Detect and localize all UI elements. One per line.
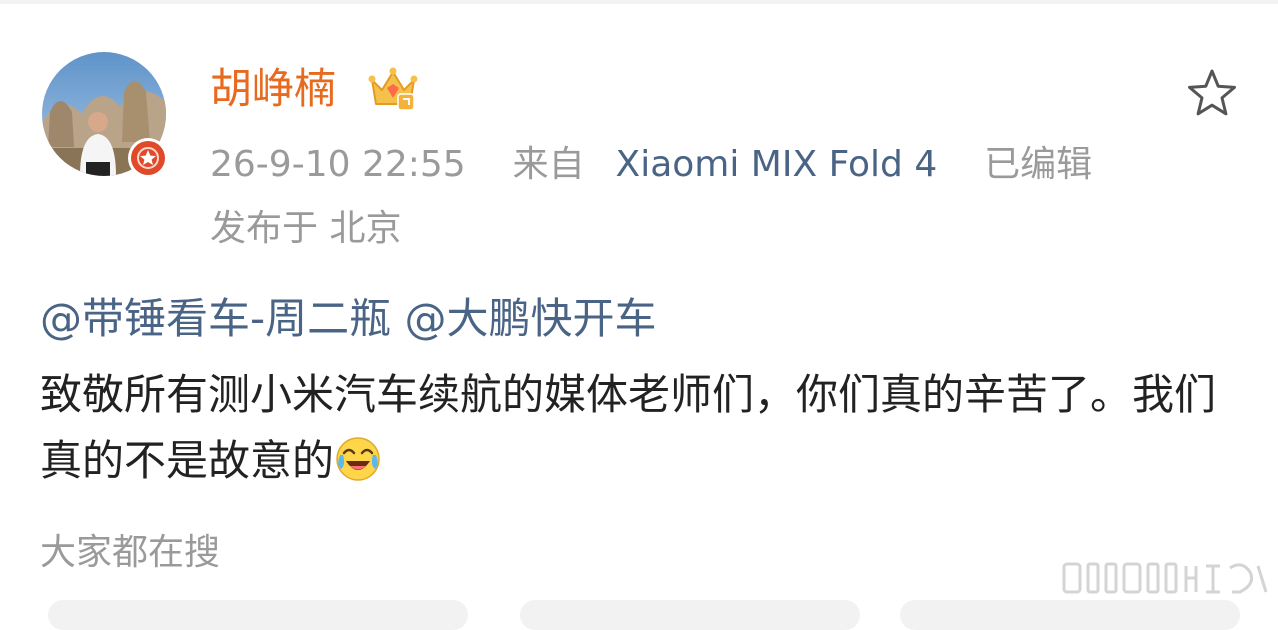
favorite-star-button[interactable]	[1184, 66, 1240, 122]
laugh-cry-emoji-icon	[334, 435, 382, 483]
mention-list: @带锤看车-周二瓶 @大鹏快开车	[40, 293, 657, 345]
post-body: 致敬所有测小米汽车续航的媒体老师们，你们真的辛苦了。我们真的不是故意的	[40, 362, 1236, 494]
verified-badge-icon	[128, 138, 168, 178]
trending-chips-row	[0, 600, 1278, 630]
post-meta: 26-9-10 22:55 来自 Xiaomi MIX Fold 4 已编辑	[210, 142, 1092, 188]
member-crown-icon[interactable]	[368, 66, 418, 112]
post-body-text: 致敬所有测小米汽车续航的媒体老师们，你们真的辛苦了。我们真的不是故意的	[40, 370, 1217, 485]
trending-chip[interactable]	[520, 600, 860, 630]
trending-chip[interactable]	[900, 600, 1240, 630]
trending-search-label[interactable]: 大家都在搜	[40, 530, 220, 576]
top-divider	[0, 0, 1278, 4]
star-icon	[1188, 69, 1236, 116]
post-location: 发布于 北京	[210, 208, 402, 249]
edited-label[interactable]: 已编辑	[984, 144, 1092, 185]
source-device-link[interactable]: Xiaomi MIX Fold 4	[616, 144, 938, 185]
trending-chip[interactable]	[48, 600, 468, 630]
author-name[interactable]: 胡峥楠	[210, 63, 336, 115]
post-time: 26-9-10 22:55	[210, 144, 466, 185]
watermark-logo	[1060, 556, 1270, 600]
mention-link[interactable]: @大鹏快开车	[405, 294, 657, 343]
source-prefix: 来自	[512, 144, 585, 185]
mention-link[interactable]: @带锤看车-周二瓶	[40, 294, 391, 343]
